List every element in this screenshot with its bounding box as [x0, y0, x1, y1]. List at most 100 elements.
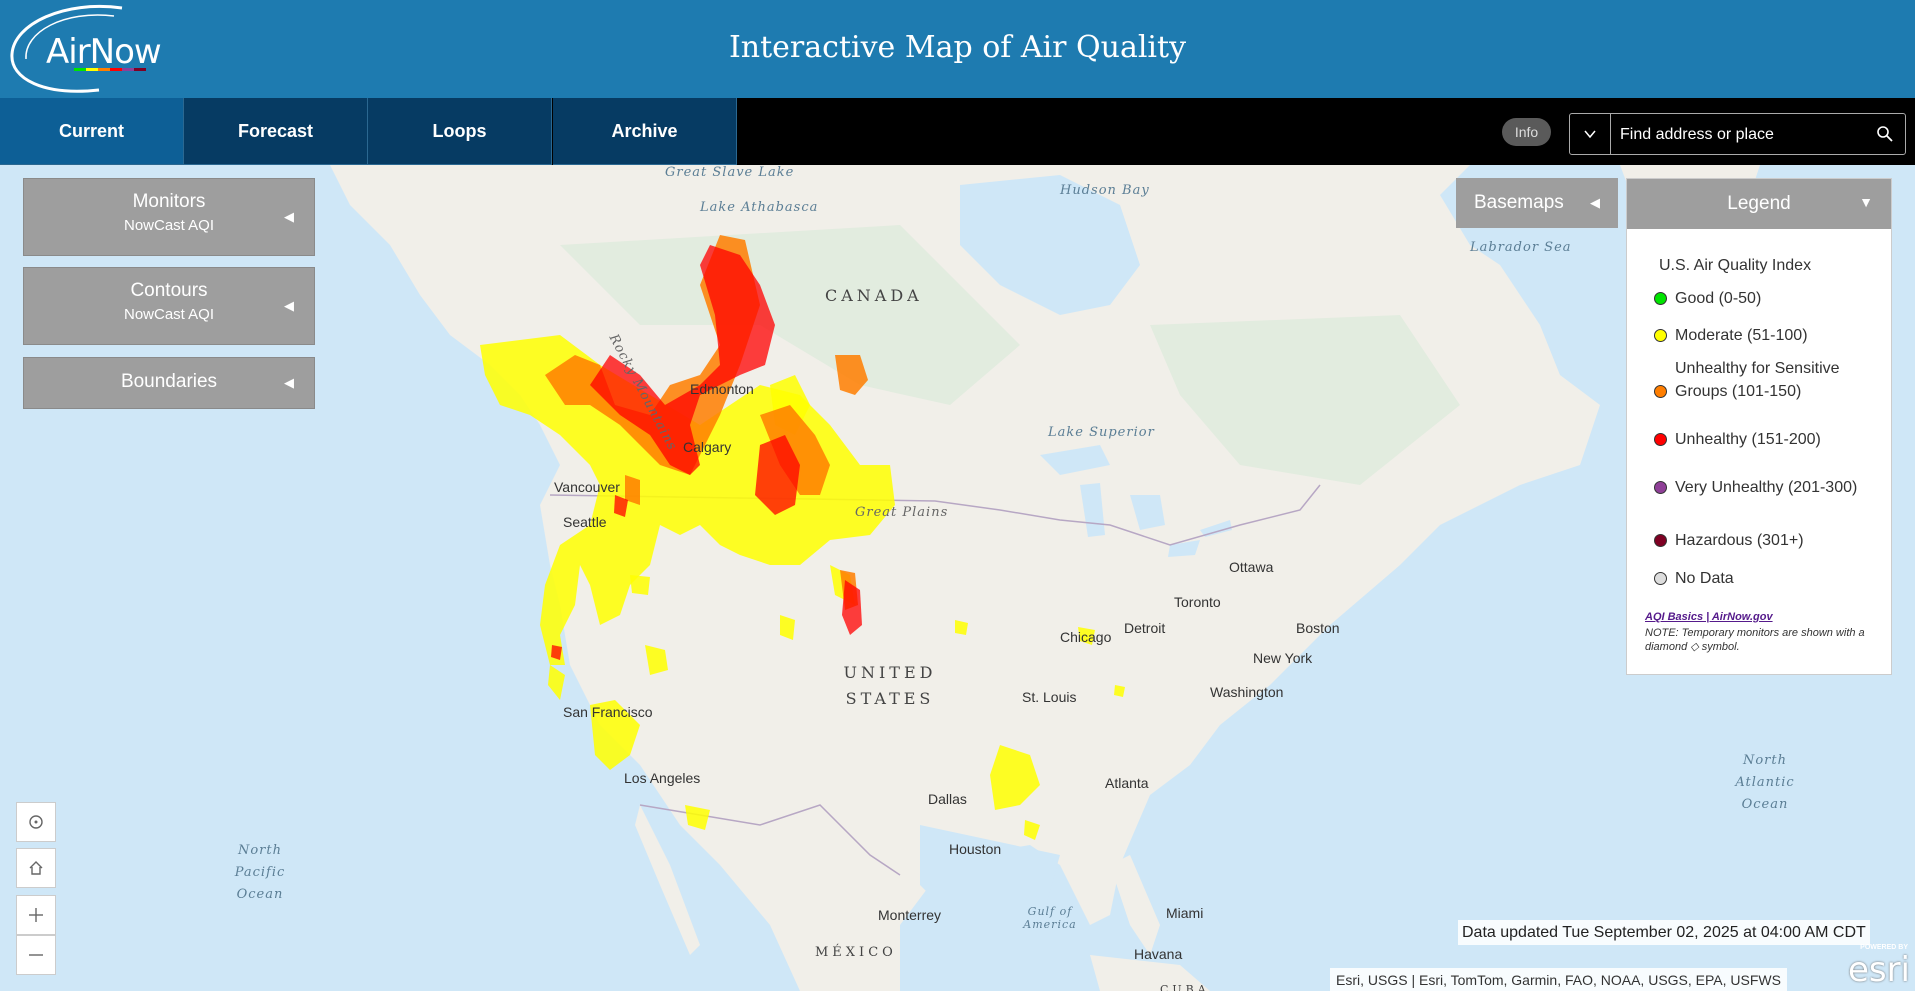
- legend-item-label: Hazardous (301+): [1675, 532, 1804, 549]
- basemaps-label: Basemaps: [1474, 192, 1564, 213]
- city-detroit: Detroit: [1124, 620, 1166, 636]
- monitors-title: Monitors: [132, 191, 206, 212]
- legend-title: Legend: [1727, 193, 1791, 214]
- legend-header[interactable]: Legend ▼: [1627, 179, 1891, 229]
- contours-subtitle: NowCast AQI: [123, 306, 215, 323]
- city-dallas: Dallas: [928, 791, 967, 807]
- legend-panel: Legend ▼ U.S. Air Quality Index Good (0-…: [1626, 178, 1892, 675]
- info-button[interactable]: Info: [1502, 118, 1551, 146]
- legend-dot: [1654, 481, 1667, 494]
- header-bar: AirNow Interactive Map of Air Quality: [0, 0, 1915, 98]
- city-seattle: Seattle: [563, 514, 607, 530]
- map-label-lake-athabasca: Lake Athabasca: [700, 200, 819, 215]
- map-label-north-pacific: North Pacific Ocean: [234, 843, 286, 902]
- legend-item-unhealthy: Unhealthy (151-200): [1654, 428, 1875, 451]
- city-new-york: New York: [1253, 650, 1313, 666]
- map-attribution: Esri, USGS | Esri, TomTom, Garmin, FAO, …: [1330, 968, 1787, 991]
- tab-archive[interactable]: Archive: [553, 98, 737, 165]
- city-vancouver: Vancouver: [554, 479, 620, 495]
- search-dropdown-button[interactable]: [1570, 114, 1611, 154]
- map-label-gulf: Gulf of America: [1023, 905, 1077, 931]
- city-chicago: Chicago: [1060, 629, 1112, 645]
- legend-item-label: No Data: [1675, 570, 1734, 587]
- legend-dot: [1654, 534, 1667, 547]
- legend-dot: [1654, 433, 1667, 446]
- map-label-united-states: UNITED STATES: [843, 663, 937, 708]
- legend-item-very-unhealthy: Very Unhealthy (201-300): [1654, 476, 1875, 499]
- boundaries-title: Boundaries: [120, 371, 218, 392]
- tab-current[interactable]: Current: [0, 98, 184, 165]
- city-havana: Havana: [1134, 946, 1183, 962]
- search-box: [1569, 113, 1906, 155]
- caret-left-icon: ◀: [284, 298, 294, 313]
- page-title: Interactive Map of Air Quality: [728, 30, 1187, 65]
- map-label-cuba: CUBA: [1160, 983, 1210, 991]
- esri-name: esri: [1847, 950, 1910, 990]
- boundaries-panel-button[interactable]: Boundaries ◀: [23, 357, 315, 409]
- city-toronto: Toronto: [1174, 594, 1221, 610]
- zoom-out-icon: [29, 954, 43, 956]
- legend-item-label: Very Unhealthy (201-300): [1675, 479, 1858, 496]
- caret-down-icon: [1584, 130, 1596, 138]
- legend-item-label: Unhealthy (151-200): [1675, 431, 1821, 448]
- monitors-subtitle: NowCast AQI: [123, 217, 215, 234]
- zoom-out-button[interactable]: [16, 935, 56, 975]
- legend-item-label: Unhealthy for Sensitive Groups (101-150): [1675, 360, 1840, 400]
- legend-item-good: Good (0-50): [1654, 287, 1875, 310]
- map-label-north-atlantic: North Atlantic Ocean: [1735, 753, 1795, 812]
- contours-panel-button[interactable]: Contours NowCast AQI ◀: [23, 267, 315, 345]
- city-los-angeles: Los Angeles: [624, 770, 701, 786]
- legend-item-moderate: Moderate (51-100): [1654, 324, 1875, 347]
- city-st-louis: St. Louis: [1022, 689, 1077, 705]
- data-updated-timestamp: Data updated Tue September 02, 2025 at 0…: [1458, 920, 1870, 945]
- city-san-francisco: San Francisco: [563, 704, 653, 720]
- tab-loops[interactable]: Loops: [368, 98, 552, 165]
- legend-item-no-data: No Data: [1654, 567, 1875, 590]
- aqi-basics-link[interactable]: AQI Basics | AirNow.gov: [1645, 611, 1773, 623]
- home-icon: [29, 861, 43, 875]
- city-houston: Houston: [949, 841, 1002, 857]
- city-miami: Miami: [1166, 905, 1204, 921]
- city-washington: Washington: [1210, 684, 1284, 700]
- city-monterrey: Monterrey: [878, 907, 942, 923]
- zoom-in-button[interactable]: [16, 895, 56, 935]
- map-label-mexico: MÉXICO: [815, 945, 897, 960]
- tab-forecast[interactable]: Forecast: [184, 98, 368, 165]
- legend-item-hazardous: Hazardous (301+): [1654, 529, 1875, 552]
- city-atlanta: Atlanta: [1105, 775, 1149, 791]
- legend-dot: [1654, 329, 1667, 342]
- monitors-panel-button[interactable]: Monitors NowCast AQI ◀: [23, 178, 315, 256]
- caret-down-icon: ▼: [1859, 194, 1873, 210]
- contours-title: Contours: [130, 280, 208, 301]
- magnifier-icon: [1877, 126, 1893, 142]
- search-button[interactable]: [1875, 124, 1895, 144]
- legend-dot: [1654, 292, 1667, 305]
- map-label-great-slave-lake: Great Slave Lake: [665, 165, 795, 180]
- caret-left-icon: ◀: [284, 375, 294, 390]
- legend-subtitle: U.S. Air Quality Index: [1659, 257, 1812, 274]
- legend-item-usg: Unhealthy for Sensitive Groups (101-150): [1654, 357, 1875, 403]
- city-boston: Boston: [1296, 620, 1340, 636]
- map-label-canada: CANADA: [825, 286, 923, 305]
- legend-item-label: Good (0-50): [1675, 290, 1762, 307]
- map-label-lake-superior: Lake Superior: [1048, 425, 1155, 440]
- locate-button[interactable]: [16, 802, 56, 842]
- legend-dot: [1654, 385, 1667, 398]
- legend-item-label: Moderate (51-100): [1675, 327, 1808, 344]
- locate-icon: [29, 815, 43, 829]
- legend-note: NOTE: Temporary monitors are shown with …: [1645, 627, 1865, 653]
- city-edmonton: Edmonton: [690, 381, 754, 397]
- basemaps-button[interactable]: Basemaps ◀: [1456, 178, 1618, 228]
- map-label-hudson-bay: Hudson Bay: [1060, 183, 1150, 198]
- legend-dot: [1654, 572, 1667, 585]
- search-input[interactable]: [1618, 120, 1862, 150]
- esri-logo[interactable]: POWERED BY esri: [1847, 942, 1912, 990]
- zoom-in-icon: [29, 908, 43, 922]
- caret-left-icon: ◀: [284, 209, 294, 224]
- map-label-labrador-sea: Labrador Sea: [1470, 240, 1572, 255]
- city-calgary: Calgary: [683, 439, 732, 455]
- map-label-great-plains: Great Plains: [855, 505, 949, 520]
- city-ottawa: Ottawa: [1229, 559, 1274, 575]
- home-button[interactable]: [16, 848, 56, 888]
- caret-left-icon: ◀: [1590, 195, 1600, 210]
